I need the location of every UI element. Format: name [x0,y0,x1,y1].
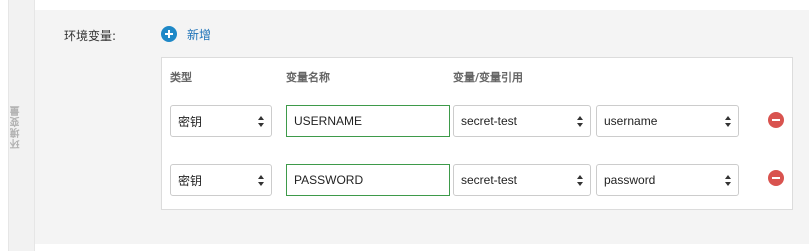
select-arrows-icon [724,115,732,129]
select-arrows-icon [724,174,732,188]
secret-select-value: secret-test [461,173,518,187]
var-name-value: PASSWORD [294,173,364,187]
select-arrows-icon [576,174,584,188]
header-type: 类型 [170,71,192,84]
add-label[interactable]: 新增 [187,26,211,43]
type-select[interactable]: 密钥 [170,105,272,137]
secret-select-value: secret-test [461,114,518,128]
minus-circle-icon[interactable] [768,112,784,128]
plus-circle-icon[interactable] [161,26,177,42]
add-env-var-button[interactable]: 新增 [161,25,211,43]
header-name: 变量名称 [286,71,330,84]
env-vars-table: 类型 变量名称 变量/变量引用 密钥 USERNAME secret-test … [161,57,793,210]
select-arrows-icon [257,115,265,129]
minus-circle-icon[interactable] [768,170,784,186]
type-select[interactable]: 密钥 [170,164,272,196]
key-select-value: username [604,114,658,128]
select-arrows-icon [576,115,584,129]
side-tab: 环境变量 [8,0,35,251]
var-name-input[interactable]: USERNAME [286,105,450,137]
env-vars-frame: 环境变量 环境变量: 新增 类型 变量名称 变量/变量引用 密钥 USERNAM… [0,0,809,251]
var-name-input[interactable]: PASSWORD [286,164,450,196]
key-select-value: password [604,173,656,187]
var-name-value: USERNAME [294,114,363,128]
header-ref: 变量/变量引用 [453,71,524,84]
type-select-value: 密钥 [178,114,203,129]
type-select-value: 密钥 [178,173,203,188]
section-label: 环境变量: [64,29,117,43]
secret-select[interactable]: secret-test [453,164,591,196]
key-select[interactable]: password [596,164,739,196]
key-select[interactable]: username [596,105,739,137]
side-tab-label: 环境变量 [11,105,22,149]
secret-select[interactable]: secret-test [453,105,591,137]
select-arrows-icon [257,174,265,188]
